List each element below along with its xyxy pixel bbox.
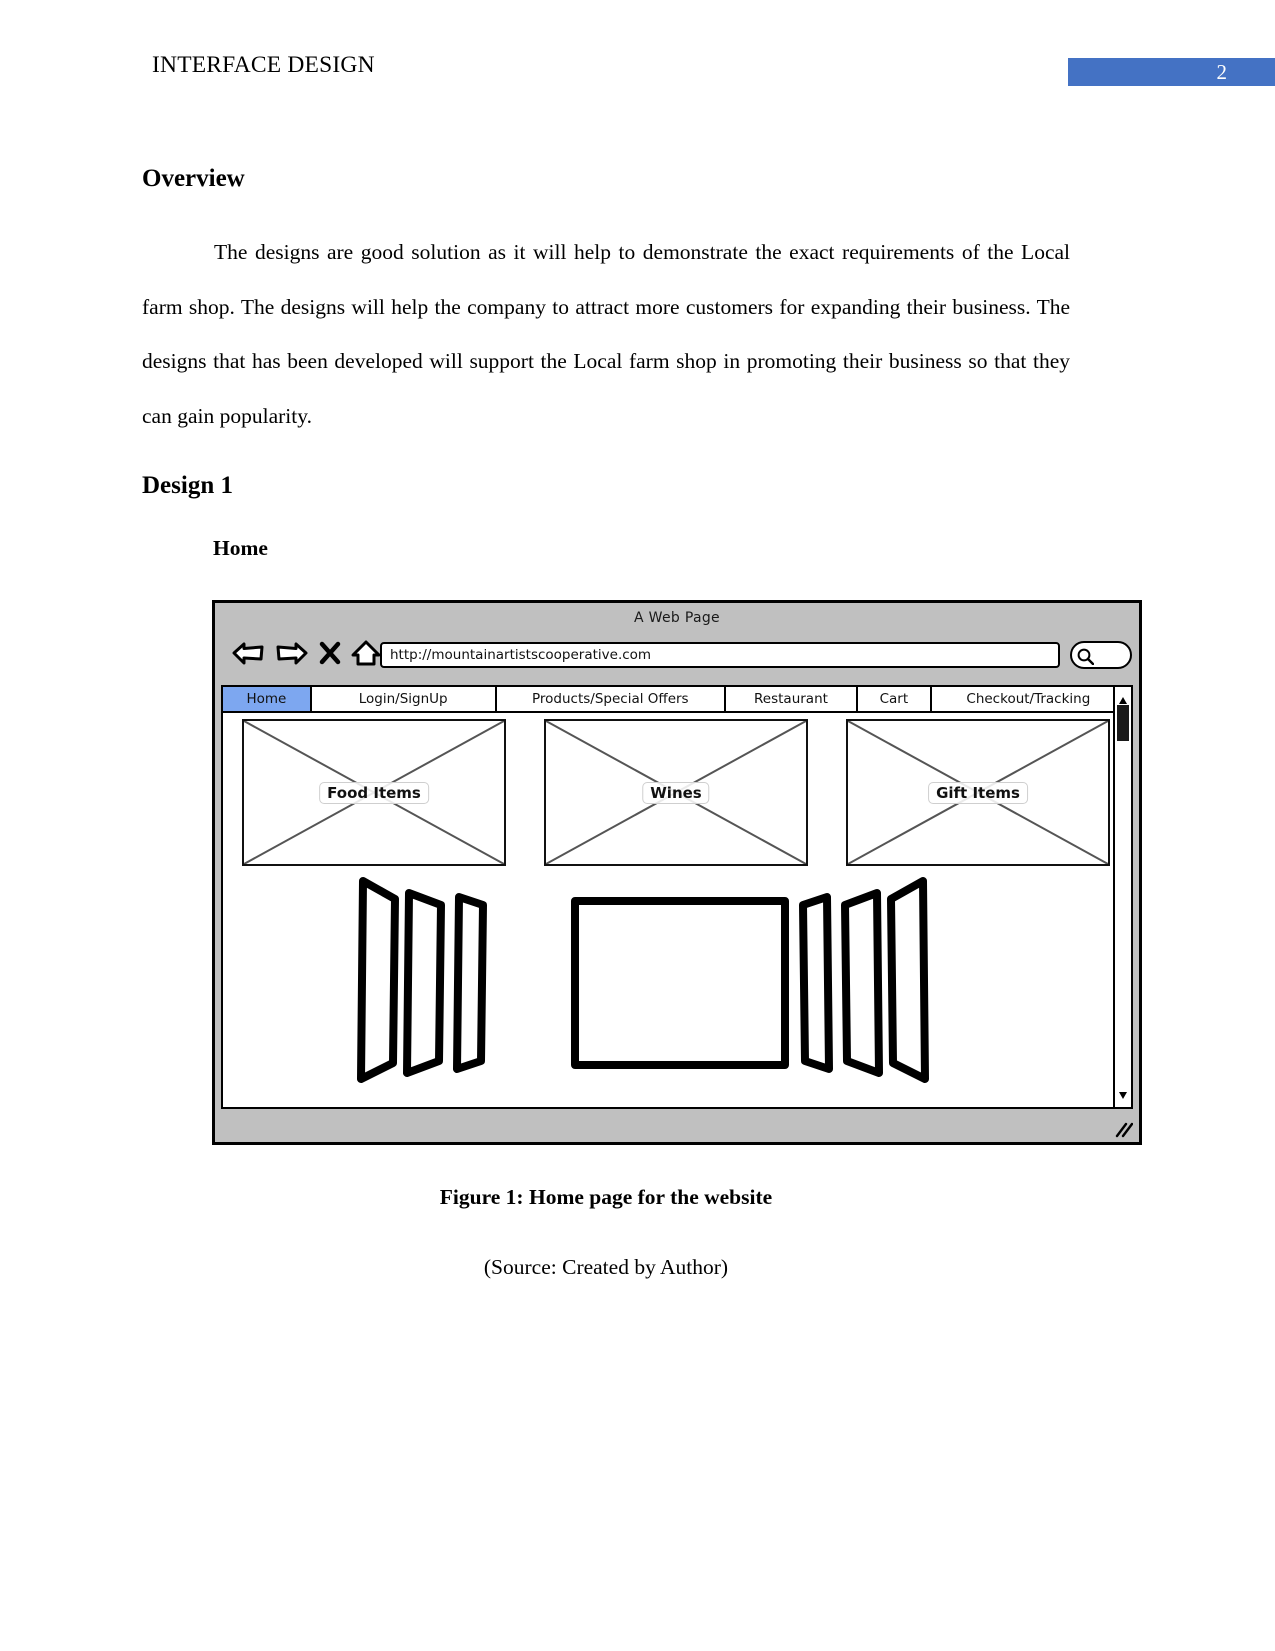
home-icon[interactable] (351, 639, 381, 671)
nav-tab-products-special-offers[interactable]: Products/Special Offers (496, 687, 726, 713)
page-number: 2 (1216, 60, 1228, 84)
page-number-badge: 2 (1068, 58, 1275, 86)
image-placeholder-food-items[interactable]: Food Items (242, 719, 506, 866)
figure-caption: Figure 1: Home page for the website (439, 1185, 773, 1209)
image-placeholder-label: Wines (642, 781, 710, 804)
figure-source: (Source: Created by Author) (483, 1255, 729, 1279)
nav-tab-login-signup[interactable]: Login/SignUp (311, 687, 497, 713)
page-header: INTERFACE DESIGN 2 (0, 52, 1275, 92)
nav-tab-cart[interactable]: Cart (858, 687, 932, 713)
document-header-title: INTERFACE DESIGN (152, 52, 375, 78)
forward-arrow-icon[interactable] (275, 639, 309, 671)
image-placeholder-label: Gift Items (928, 781, 1028, 804)
image-placeholder-row: Food Items Wines Gift Items (223, 715, 1125, 870)
url-text: http://mountainartistscooperative.com (390, 647, 652, 663)
mockup-window-title: A Web Page (634, 610, 720, 626)
mockup-toolbar: http://mountainartistscooperative.com (215, 633, 1139, 683)
scrollbar-thumb[interactable] (1117, 705, 1129, 741)
nav-tab-checkout-tracking[interactable]: Checkout/Tracking (931, 687, 1125, 713)
scroll-down-arrow-icon[interactable] (1118, 1085, 1128, 1104)
image-placeholder-wines[interactable]: Wines (544, 719, 808, 866)
browser-wireframe-mockup: A Web Page http://mountainartistscoopera… (212, 600, 1142, 1145)
nav-tab-home[interactable]: Home (223, 687, 312, 713)
magnifier-icon (1076, 647, 1095, 669)
carousel-panels-icon (357, 877, 929, 1083)
subheading-home: Home (213, 536, 268, 560)
overview-paragraph: The designs are good solution as it will… (142, 240, 1070, 428)
vertical-scrollbar[interactable] (1113, 685, 1133, 1109)
mockup-nav-icon-group (231, 639, 381, 671)
heading-design-1: Design 1 (142, 472, 233, 499)
carousel-sketch[interactable] (223, 875, 1125, 1085)
url-input[interactable]: http://mountainartistscooperative.com (380, 642, 1060, 668)
image-placeholder-label: Food Items (319, 781, 429, 804)
back-arrow-icon[interactable] (231, 639, 265, 671)
site-nav-bar: Home Login/SignUp Products/Special Offer… (223, 687, 1125, 713)
mockup-page-canvas: Home Login/SignUp Products/Special Offer… (221, 685, 1127, 1109)
stop-x-icon[interactable] (319, 640, 341, 670)
window-resize-handle[interactable] (1113, 1121, 1134, 1139)
image-placeholder-gift-items[interactable]: Gift Items (846, 719, 1110, 866)
nav-tab-restaurant[interactable]: Restaurant (725, 687, 859, 713)
search-input[interactable] (1070, 641, 1132, 669)
heading-overview: Overview (142, 165, 245, 192)
